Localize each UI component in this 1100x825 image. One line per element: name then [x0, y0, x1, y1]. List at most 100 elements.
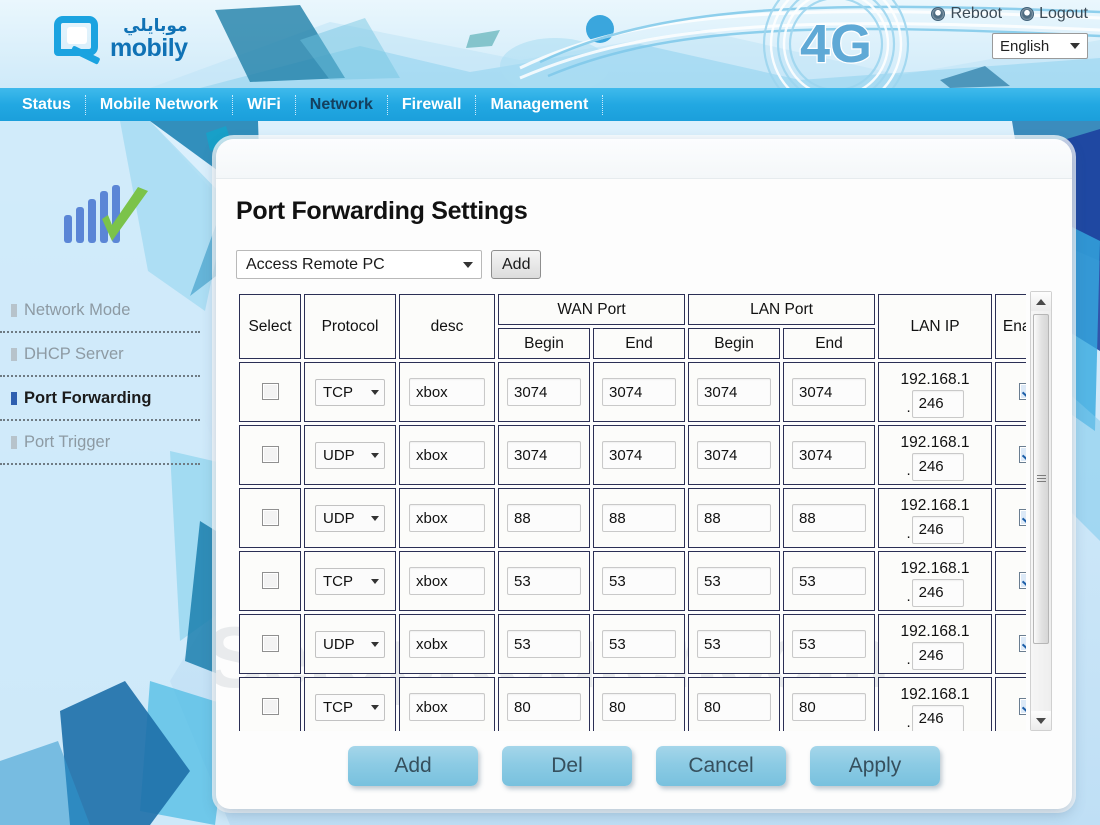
lan-ip-host-input[interactable]: 246 — [911, 578, 964, 607]
table-row: UDP xbox 88 88 88 88 192.168.1. 246 — [239, 488, 1026, 548]
logout-button[interactable]: Logout — [1020, 5, 1088, 23]
lan-end-input[interactable]: 80 — [792, 693, 867, 721]
lan-end-input[interactable]: 88 — [792, 504, 867, 532]
reboot-button[interactable]: Reboot — [931, 5, 1002, 23]
row-select-checkbox[interactable] — [261, 383, 279, 401]
wan-begin-input[interactable]: 3074 — [507, 378, 581, 406]
lan-end-input[interactable]: 3074 — [792, 378, 867, 406]
sidebar-item-label: Network Mode — [24, 300, 131, 319]
cancel-button[interactable]: Cancel — [656, 746, 786, 786]
lan-begin-input[interactable]: 53 — [697, 630, 772, 658]
lan-begin-input[interactable]: 80 — [697, 693, 772, 721]
cell-lan-ip: 192.168.1. 246 — [878, 362, 993, 422]
enable-checkbox[interactable] — [1018, 698, 1026, 716]
row-select-checkbox[interactable] — [261, 446, 279, 464]
row-select-checkbox[interactable] — [261, 635, 279, 653]
wan-begin-input[interactable]: 53 — [507, 567, 581, 595]
wan-end-input[interactable]: 53 — [602, 630, 676, 658]
wan-end-input[interactable]: 88 — [602, 504, 676, 532]
nav-item-management[interactable]: Management — [476, 88, 602, 121]
preset-select-value: Access Remote PC — [246, 255, 385, 273]
enable-checkbox[interactable] — [1018, 635, 1026, 653]
sidebar-item-dhcp-server[interactable]: DHCP Server — [0, 333, 200, 377]
cell-select — [239, 488, 301, 548]
protocol-value: TCP — [323, 383, 353, 401]
header-actions: Reboot Logout — [931, 5, 1088, 23]
row-select-checkbox[interactable] — [261, 698, 279, 716]
brand-name-arabic: موبايلي — [123, 15, 188, 36]
lan-begin-input[interactable]: 53 — [697, 567, 772, 595]
protocol-select[interactable]: UDP — [315, 504, 385, 532]
wan-end-input[interactable]: 80 — [602, 693, 676, 721]
lan-begin-input[interactable]: 3074 — [697, 378, 772, 406]
add-preset-button[interactable]: Add — [491, 250, 542, 279]
chevron-down-icon — [371, 515, 379, 521]
lan-ip-host-input[interactable]: 246 — [911, 389, 964, 418]
protocol-select[interactable]: TCP — [315, 693, 385, 721]
scrollbar-thumb[interactable] — [1033, 314, 1049, 644]
sidebar-item-port-forwarding[interactable]: Port Forwarding — [0, 377, 200, 421]
lan-ip-host-input[interactable]: 246 — [911, 515, 964, 544]
nav-item-firewall[interactable]: Firewall — [388, 88, 476, 121]
protocol-select[interactable]: TCP — [315, 567, 385, 595]
nav-item-wifi[interactable]: WiFi — [233, 88, 295, 121]
sidebar-item-port-trigger[interactable]: Port Trigger — [0, 421, 200, 465]
apply-button[interactable]: Apply — [810, 746, 940, 786]
chevron-down-icon — [371, 389, 379, 395]
lan-ip-dot: . — [906, 587, 911, 605]
lan-begin-input[interactable]: 3074 — [697, 441, 772, 469]
sidebar-item-network-mode[interactable]: Network Mode — [0, 289, 200, 333]
desc-input[interactable]: xbox — [409, 693, 485, 721]
lan-ip-host-input[interactable]: 246 — [911, 452, 964, 481]
enable-checkbox[interactable] — [1018, 383, 1026, 401]
protocol-select[interactable]: UDP — [315, 630, 385, 658]
wan-end-input[interactable]: 53 — [602, 567, 676, 595]
table-body: TCP xbox 3074 3074 3074 3074 192.168.1. 246 UDP x… — [239, 362, 1026, 731]
lan-end-input[interactable]: 53 — [792, 630, 867, 658]
wan-begin-input[interactable]: 53 — [507, 630, 581, 658]
wan-end-input[interactable]: 3074 — [602, 378, 676, 406]
delete-button[interactable]: Del — [502, 746, 632, 786]
wan-begin-input[interactable]: 80 — [507, 693, 581, 721]
enable-checkbox[interactable] — [1018, 446, 1026, 464]
row-select-checkbox[interactable] — [261, 509, 279, 527]
desc-input[interactable]: xbox — [409, 504, 485, 532]
chevron-down-icon — [371, 641, 379, 647]
cell-desc: xbox — [399, 362, 495, 422]
protocol-value: UDP — [323, 446, 355, 464]
nav-item-status[interactable]: Status — [8, 88, 85, 121]
lan-end-input[interactable]: 3074 — [792, 441, 867, 469]
language-select[interactable]: English — [992, 33, 1088, 59]
desc-input[interactable]: xbox — [409, 378, 485, 406]
nav-divider — [602, 94, 604, 115]
nav-item-network[interactable]: Network — [296, 88, 387, 121]
cell-lan-ip: 192.168.1. 246 — [878, 425, 993, 485]
table-scrollbar[interactable] — [1030, 291, 1052, 731]
cell-enable — [995, 425, 1026, 485]
enable-checkbox[interactable] — [1018, 572, 1026, 590]
desc-input[interactable]: xobx — [409, 630, 485, 658]
cell-wan-end: 3074 — [593, 425, 686, 485]
logout-label: Logout — [1039, 5, 1088, 22]
row-select-checkbox[interactable] — [261, 572, 279, 590]
preset-select[interactable]: Access Remote PC — [236, 250, 482, 279]
sidebar-item-label: DHCP Server — [24, 344, 124, 363]
nav-item-mobile-network[interactable]: Mobile Network — [86, 88, 232, 121]
protocol-select[interactable]: UDP — [315, 441, 385, 469]
cell-desc: xbox — [399, 425, 495, 485]
add-button[interactable]: Add — [348, 746, 478, 786]
cell-protocol: TCP — [304, 362, 396, 422]
wan-end-input[interactable]: 3074 — [602, 441, 676, 469]
wan-begin-input[interactable]: 88 — [507, 504, 581, 532]
table-row: UDP xobx 53 53 53 53 192.168.1. 246 — [239, 614, 1026, 674]
lan-end-input[interactable]: 53 — [792, 567, 867, 595]
cell-protocol: TCP — [304, 551, 396, 611]
lan-begin-input[interactable]: 88 — [697, 504, 772, 532]
lan-ip-host-input[interactable]: 246 — [911, 641, 964, 670]
scroll-up-button[interactable] — [1031, 292, 1051, 311]
desc-input[interactable]: xbox — [409, 441, 485, 469]
wan-begin-input[interactable]: 3074 — [507, 441, 581, 469]
enable-checkbox[interactable] — [1018, 509, 1026, 527]
protocol-select[interactable]: TCP — [315, 378, 385, 406]
desc-input[interactable]: xbox — [409, 567, 485, 595]
